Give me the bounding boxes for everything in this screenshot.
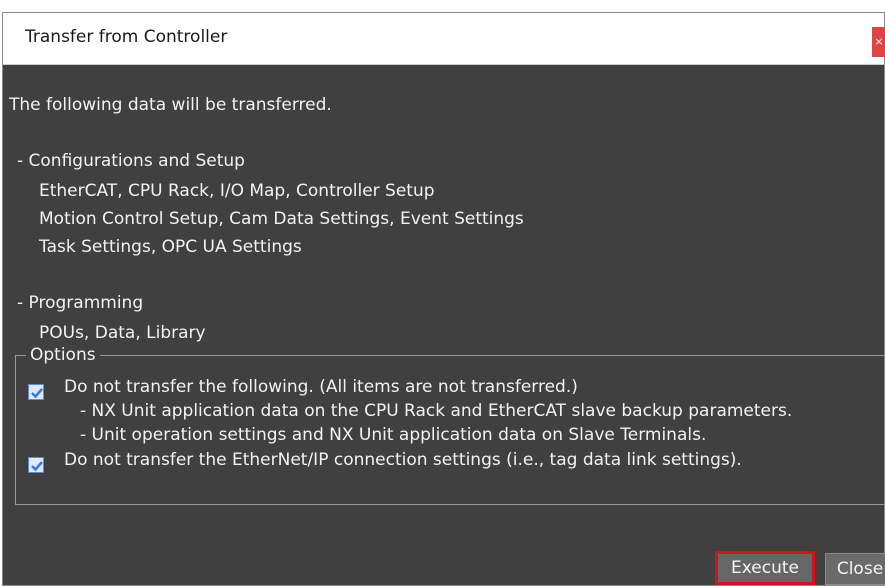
- option-2-checkbox[interactable]: [28, 457, 44, 473]
- close-window-icon[interactable]: ×: [872, 27, 885, 57]
- intro-text: The following data will be transferred.: [9, 95, 332, 115]
- option-1-label[interactable]: Do not transfer the following. (All item…: [64, 377, 578, 397]
- option-1-checkbox[interactable]: [28, 384, 44, 400]
- section-heading-programming: - Programming: [17, 293, 144, 313]
- checkmark-icon: [31, 461, 43, 472]
- execute-button[interactable]: Execute: [715, 551, 815, 585]
- section-line: Task Settings, OPC UA Settings: [39, 237, 302, 257]
- title-bar: Transfer from Controller ×: [3, 13, 885, 65]
- option-1-subline: - Unit operation settings and NX Unit ap…: [80, 425, 707, 445]
- option-1-subline: - NX Unit application data on the CPU Ra…: [80, 401, 793, 421]
- section-line: Motion Control Setup, Cam Data Settings,…: [39, 209, 524, 229]
- option-2-label[interactable]: Do not transfer the EtherNet/IP connecti…: [64, 450, 742, 470]
- options-group: Options Do not transfer the following. (…: [15, 345, 885, 505]
- section-heading-configurations: - Configurations and Setup: [17, 151, 245, 171]
- section-line: POUs, Data, Library: [39, 323, 206, 343]
- section-line: EtherCAT, CPU Rack, I/O Map, Controller …: [39, 181, 435, 201]
- options-legend: Options: [26, 345, 100, 365]
- close-button[interactable]: Close: [825, 553, 885, 585]
- transfer-dialog: Transfer from Controller × The following…: [2, 12, 885, 586]
- dialog-title: Transfer from Controller: [25, 27, 228, 47]
- checkmark-icon: [31, 388, 43, 399]
